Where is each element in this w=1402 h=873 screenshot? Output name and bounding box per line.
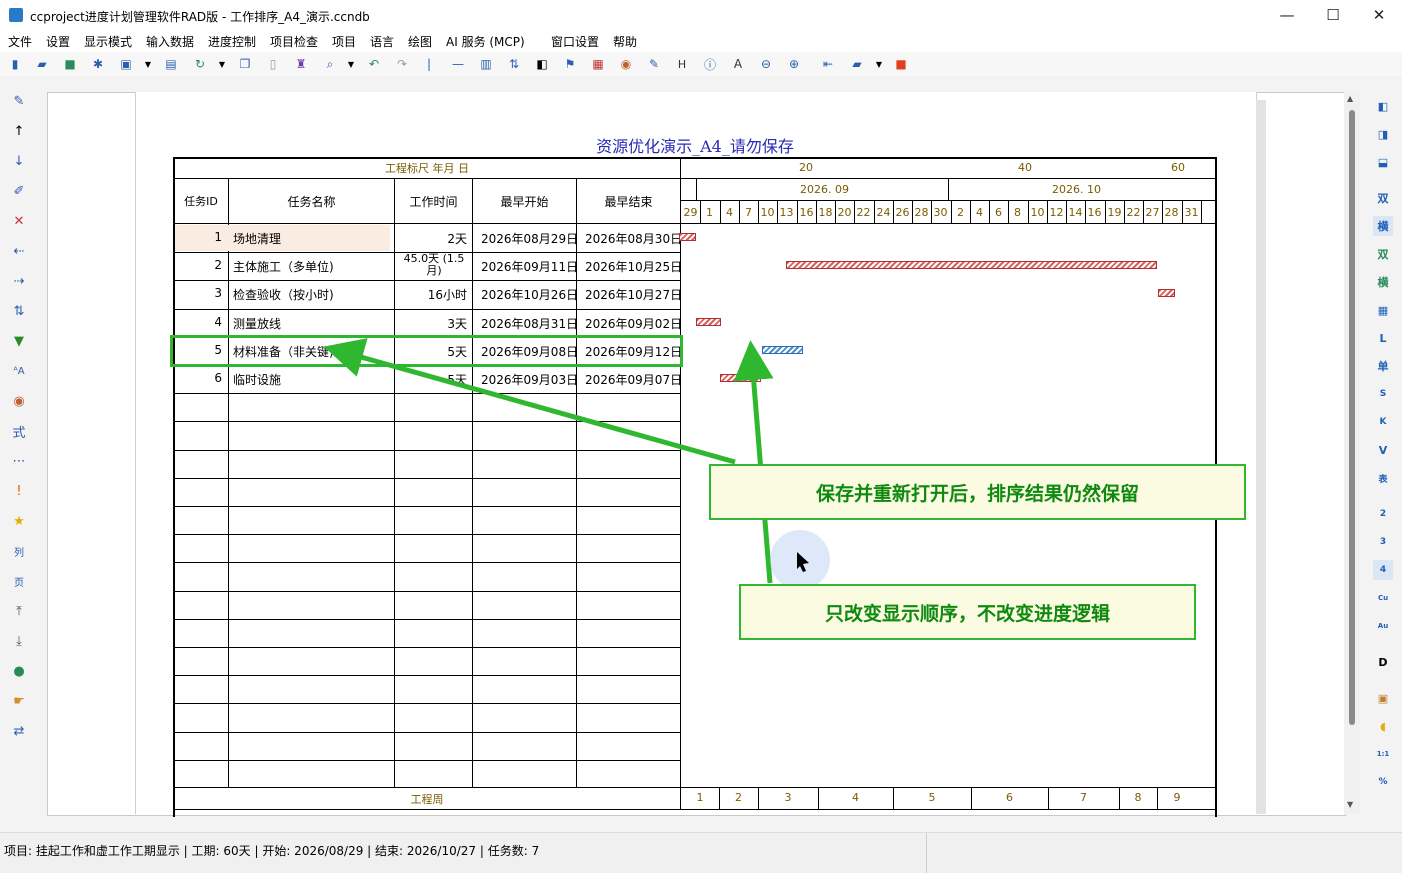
annotation-arrows xyxy=(323,338,830,590)
arrow-to-task xyxy=(323,338,736,465)
status-divider xyxy=(926,833,927,873)
status-text: 项目: 挂起工作和虚工作工期显示 | 工期: 60天 | 开始: 2026/08… xyxy=(4,844,540,858)
callout-bottom: 只改变显示顺序，不改变进度逻辑 xyxy=(739,584,1196,640)
status-bar: 项目: 挂起工作和虚工作工期显示 | 工期: 60天 | 开始: 2026/08… xyxy=(0,832,1402,873)
callout-top: 保存并重新打开后，排序结果仍然保留 xyxy=(709,464,1246,520)
